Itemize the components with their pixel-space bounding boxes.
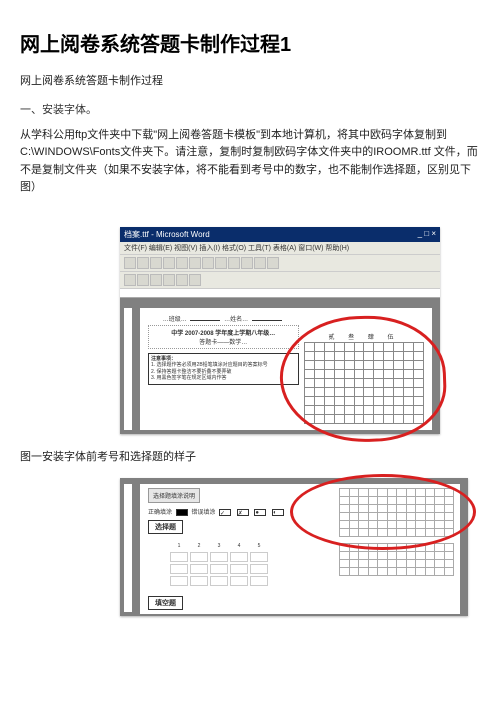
toolbar-icon	[150, 274, 162, 286]
word-toolbar-2	[120, 272, 440, 289]
toolbar-icon	[202, 257, 214, 269]
right-grid-area	[339, 488, 454, 576]
correct-label: 正确填涂	[148, 510, 172, 516]
header-class: …班级…	[163, 317, 187, 323]
toolbar-icon	[267, 257, 279, 269]
answer-card-label: 答题卡——数学…	[151, 337, 296, 346]
word-ruler	[120, 289, 440, 298]
toolbar-icon	[189, 274, 201, 286]
word-page-area-2: 选择题填涂说明 正确填涂 错误填涂 ✓ ✗ ● ◐ 选择题 1 2 3	[120, 478, 468, 616]
section-1-label: 一、安装字体。	[20, 101, 484, 117]
q-num: 4	[230, 542, 248, 550]
exam-title-box: 中学 2007-2008 学年度上学期八年级… 答题卡——数学…	[148, 325, 299, 349]
toolbar-icon	[189, 257, 201, 269]
toolbar-icon	[137, 274, 149, 286]
toolbar-icon	[137, 257, 149, 269]
toolbar-icon	[163, 274, 175, 286]
blank-field	[252, 314, 282, 321]
wrong-mark-icon: ✗	[237, 509, 249, 516]
word-window: 档案.ttf - Microsoft Word _ □ × 文件(F) 编辑(E…	[120, 227, 440, 434]
subtitle-text: 网上阅卷系统答题卡制作过程	[20, 73, 484, 91]
word-toolbar-1	[120, 255, 440, 272]
word-page: …班级… …姓名… 中学 2007-2008 学年度上学期八年级… 答题卡——数…	[140, 308, 432, 430]
figure-1-caption: 图一安装字体前考号和选择题的样子	[20, 448, 484, 464]
vertical-ruler	[124, 308, 132, 430]
id-grid-2	[339, 488, 454, 537]
grid-header: 贰 叁 肆 伍	[304, 332, 424, 342]
word-page-2: 选择题填涂说明 正确填涂 错误填涂 ✓ ✗ ● ◐ 选择题 1 2 3	[140, 484, 460, 614]
toolbar-icon	[176, 274, 188, 286]
fill-section-label: 填空题	[148, 596, 183, 610]
page-title: 网上阅卷系统答题卡制作过程1	[20, 28, 484, 57]
bubble-table	[304, 342, 424, 424]
toolbar-icon	[124, 274, 136, 286]
toolbar-icon	[215, 257, 227, 269]
student-id-grid: 贰 叁 肆 伍	[304, 332, 424, 424]
blank-field	[190, 314, 220, 321]
q-num: 3	[210, 542, 228, 550]
toolbar-icon	[124, 257, 136, 269]
toolbar-icon	[241, 257, 253, 269]
paragraph-1: 从学科公用ftp文件夹中下载"网上阅卷答题卡模板"到本地计算机，将其中欧码字体复…	[20, 127, 484, 197]
filled-mark-icon	[176, 509, 188, 516]
vertical-ruler	[124, 484, 132, 612]
toolbar-icon	[163, 257, 175, 269]
toolbar-icon	[176, 257, 188, 269]
window-controls: _ □ ×	[418, 229, 436, 240]
word-title-text: 档案.ttf - Microsoft Word	[124, 229, 210, 240]
toolbar-icon	[254, 257, 266, 269]
q-num: 1	[170, 542, 188, 550]
toolbar-icon	[150, 257, 162, 269]
toolbar-icon	[228, 257, 240, 269]
wrong-mark-icon: ✓	[219, 509, 231, 516]
header-name: …姓名…	[224, 317, 248, 323]
exam-title: 中学 2007-2008 学年度上学期八年级…	[151, 328, 296, 337]
word-page-area: …班级… …姓名… 中学 2007-2008 学年度上学期八年级… 答题卡——数…	[120, 298, 440, 434]
word-titlebar: 档案.ttf - Microsoft Word _ □ ×	[120, 227, 440, 242]
fill-instruction-title: 选择题填涂说明	[148, 488, 200, 503]
choice-grid: 1 2 3 4 5	[168, 540, 270, 588]
page-left-column: …班级… …姓名… 中学 2007-2008 学年度上学期八年级… 答题卡——数…	[148, 314, 299, 424]
wrong-mark-icon: ●	[254, 509, 266, 516]
select-section-label: 选择题	[148, 520, 183, 534]
wrong-mark-icon: ◐	[272, 509, 284, 516]
q-num: 5	[250, 542, 268, 550]
choice-grid-2	[339, 543, 454, 576]
q-num: 2	[190, 542, 208, 550]
notice-line: 3. 用黑色签字笔在规定区域内作答	[151, 375, 296, 382]
word-menubar: 文件(F) 编辑(E) 视图(V) 插入(I) 格式(O) 工具(T) 表格(A…	[120, 242, 440, 255]
notice-box: 注意事项： 1. 选择题作答必须用2B铅笔填涂对应题目的答案标号 2. 保持答题…	[148, 353, 299, 385]
page-right-column: 贰 叁 肆 伍	[299, 314, 424, 424]
figure-1: 档案.ttf - Microsoft Word _ □ × 文件(F) 编辑(E…	[120, 227, 484, 434]
wrong-label: 错误填涂	[191, 510, 215, 516]
figure-2: 选择题填涂说明 正确填涂 错误填涂 ✓ ✗ ● ◐ 选择题 1 2 3	[120, 478, 484, 616]
